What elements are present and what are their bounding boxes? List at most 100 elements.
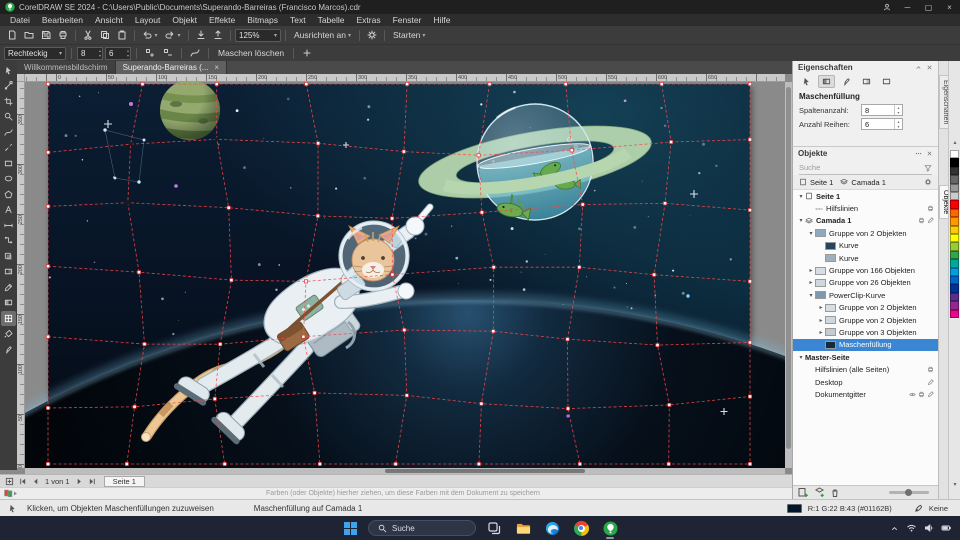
mesh-node[interactable] <box>305 82 308 85</box>
tray-chevron-up-icon[interactable] <box>890 524 899 533</box>
menu-tabelle[interactable]: Tabelle <box>312 14 351 26</box>
mesh-node[interactable] <box>402 150 405 153</box>
fill-tab[interactable] <box>818 75 835 88</box>
mesh-node[interactable] <box>477 154 480 157</box>
drop-shadow-tool[interactable] <box>1 249 16 264</box>
color-swatch[interactable] <box>950 242 959 250</box>
mesh-node[interactable] <box>46 265 49 268</box>
edge-browser-button[interactable] <box>541 517 563 539</box>
coreldraw-taskbar-button[interactable] <box>599 517 621 539</box>
expander-icon[interactable]: ▾ <box>797 217 805 224</box>
new-master-layer-button[interactable] <box>814 487 825 498</box>
close-tab-icon[interactable]: × <box>214 63 219 72</box>
object-row[interactable]: ▸Gruppe von 26 Objekten <box>793 277 938 289</box>
palette-scroll-up-icon[interactable]: ▴ <box>949 139 960 146</box>
printer-icon[interactable] <box>918 217 925 224</box>
scrollbar-thumb[interactable] <box>786 87 791 449</box>
shape-tool[interactable] <box>1 79 16 94</box>
mesh-columns-spinner[interactable]: 8▴▾ <box>77 47 103 60</box>
object-row[interactable]: ▸Gruppe von 3 Objekten <box>793 326 938 338</box>
menu-layout[interactable]: Layout <box>129 14 167 26</box>
mesh-node[interactable] <box>663 202 666 205</box>
mesh-node[interactable] <box>480 402 483 405</box>
menu-fenster[interactable]: Fenster <box>387 14 428 26</box>
mesh-node[interactable] <box>46 205 49 208</box>
color-swatch[interactable] <box>950 251 959 259</box>
color-swatch[interactable] <box>950 167 959 175</box>
pick-tool[interactable] <box>1 63 16 78</box>
artistic-media-tool[interactable] <box>1 141 16 156</box>
delete-button[interactable] <box>830 488 840 498</box>
start-button[interactable] <box>339 517 361 539</box>
layer-row[interactable]: ▾Camada 1 <box>793 215 938 227</box>
mesh-shape-combo[interactable]: Rechteckig▾ <box>4 47 66 60</box>
copy-button[interactable] <box>97 28 113 43</box>
menu-effekte[interactable]: Effekte <box>203 14 241 26</box>
launch-dropdown[interactable]: Starten▾ <box>389 28 429 43</box>
summary-tab[interactable] <box>798 75 815 88</box>
mesh-node[interactable] <box>566 338 569 341</box>
expander-icon[interactable]: ▾ <box>807 292 815 299</box>
mesh-node[interactable] <box>318 462 321 465</box>
user-account-icon[interactable] <box>876 0 897 14</box>
new-layer-button[interactable] <box>798 487 809 498</box>
snap-to-dropdown[interactable]: Ausrichten an▾ <box>290 28 355 43</box>
mesh-node[interactable] <box>480 211 483 214</box>
remove-intersection-button[interactable] <box>160 46 176 61</box>
mesh-node[interactable] <box>581 203 584 206</box>
mesh-node[interactable] <box>668 403 671 406</box>
ruler-origin[interactable] <box>17 74 25 82</box>
object-row[interactable]: ▸Gruppe von 2 Objekten <box>793 302 938 314</box>
crop-tool[interactable] <box>1 94 16 109</box>
mesh-curve[interactable] <box>479 84 494 464</box>
mesh-node[interactable] <box>748 209 751 212</box>
mesh-node[interactable] <box>748 138 751 141</box>
mesh-node[interactable] <box>748 82 751 85</box>
smooth-curve-button[interactable] <box>187 46 203 61</box>
expander-icon[interactable]: ▸ <box>817 317 825 324</box>
mesh-curve[interactable] <box>48 139 750 155</box>
expander-icon[interactable]: ▸ <box>807 267 815 274</box>
ellipse-tool[interactable] <box>1 172 16 187</box>
transparency-tool[interactable] <box>1 265 16 280</box>
object-row[interactable]: ▸Gruppe von 2 Objekten <box>793 314 938 326</box>
mesh-node[interactable] <box>391 273 394 276</box>
color-swatch[interactable] <box>950 259 959 267</box>
drawing-page[interactable] <box>48 84 750 464</box>
menu-text[interactable]: Text <box>284 14 312 26</box>
zoom-tool[interactable] <box>1 110 16 125</box>
zoom-level-combo[interactable]: 125%▾ <box>235 29 281 42</box>
vertical-ruler[interactable]: 350300250200150100500 <box>17 82 25 468</box>
mesh-node[interactable] <box>670 140 673 143</box>
object-row[interactable]: Dokumentgitter <box>793 388 938 400</box>
objects-search[interactable]: Suche <box>799 161 932 175</box>
object-row[interactable]: Desktop <box>793 376 938 388</box>
cut-button[interactable] <box>80 28 96 43</box>
docker-menu-icon[interactable] <box>915 150 922 157</box>
mesh-node[interactable] <box>125 462 128 465</box>
undo-button[interactable]: ▾ <box>139 28 161 43</box>
printer-icon[interactable] <box>918 391 925 398</box>
close-button[interactable]: × <box>939 0 960 14</box>
mesh-curve[interactable] <box>48 266 750 281</box>
mesh-curve[interactable] <box>48 393 750 409</box>
object-row[interactable]: Hilfslinien (alle Seiten) <box>793 363 938 375</box>
layer-row[interactable]: ▾Master-Seite <box>793 351 938 363</box>
color-swatch[interactable] <box>950 209 959 217</box>
volume-icon[interactable] <box>924 523 934 533</box>
pencil-icon[interactable] <box>927 379 934 386</box>
thumbnail-size-slider[interactable] <box>889 491 929 494</box>
mesh-node[interactable] <box>215 138 218 141</box>
expander-icon[interactable]: ▸ <box>817 304 825 311</box>
mesh-node[interactable] <box>316 214 319 217</box>
mesh-node[interactable] <box>578 462 581 465</box>
close-docker-icon[interactable] <box>926 150 933 157</box>
save-button[interactable] <box>38 28 54 43</box>
mesh-node[interactable] <box>488 82 491 85</box>
copy-mesh-button[interactable] <box>299 46 315 61</box>
printer-icon[interactable] <box>927 366 934 373</box>
color-swatch[interactable] <box>950 184 959 192</box>
options-button[interactable] <box>364 28 380 43</box>
paste-button[interactable] <box>114 28 130 43</box>
columns-spinner[interactable]: 8 ▴▾ <box>861 104 903 116</box>
